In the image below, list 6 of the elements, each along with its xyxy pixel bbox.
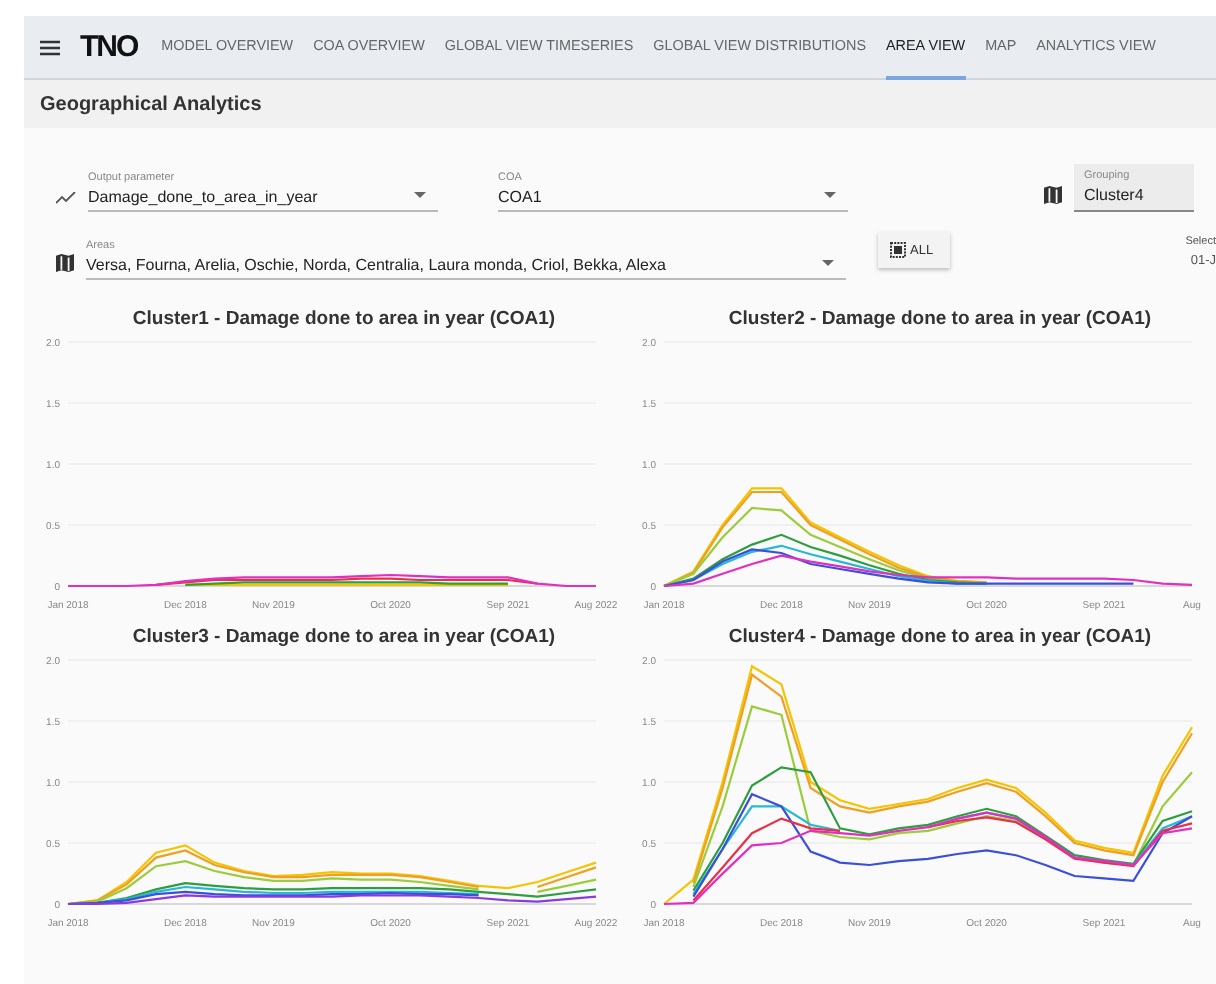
logo: TNO	[80, 30, 138, 64]
chart-title: Cluster4 - Damage done to area in year (COA1)	[728, 626, 1152, 648]
chart-title: Cluster3 - Damage done to area in year (COA1)	[132, 626, 556, 648]
chart-title: Cluster2 - Damage done to area in year (COA1)	[728, 308, 1152, 330]
section-title: Geographical Analytics	[40, 93, 262, 115]
chart-title: Cluster1 - Damage done to area in year (COA1)	[132, 308, 556, 330]
